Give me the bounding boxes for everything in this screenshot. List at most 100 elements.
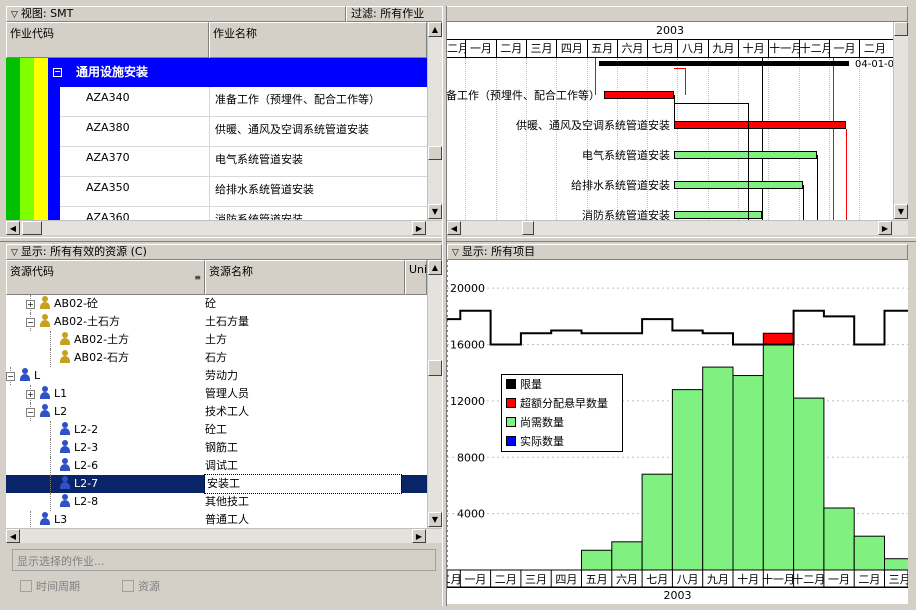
- view-bar[interactable]: ▽ 视图: SMT: [6, 6, 346, 22]
- gantt-bar[interactable]: [674, 121, 846, 129]
- resource-code: L2-2: [74, 423, 99, 436]
- scroll-right-icon[interactable]: ▶: [412, 221, 426, 235]
- relationship-line: [846, 129, 847, 220]
- relationship-line: [674, 95, 675, 125]
- resource-code-cell: − L2: [26, 403, 67, 421]
- resource-name-cell: 土石方量: [205, 315, 249, 328]
- activity-row[interactable]: AZA380 供暖、通风及空调系统管道安装: [60, 117, 427, 147]
- gantt-vscroll[interactable]: ▼: [893, 22, 908, 220]
- activity-row[interactable]: AZA370 电气系统管道安装: [60, 147, 427, 177]
- scroll-left-icon[interactable]: ◀: [6, 221, 20, 235]
- resource-row[interactable]: L2-3 钢筋工: [6, 439, 427, 457]
- horizontal-splitter[interactable]: [0, 237, 916, 242]
- activity-code-cell: AZA350: [86, 181, 130, 194]
- scroll-thumb[interactable]: [428, 146, 442, 160]
- scroll-thumb[interactable]: [22, 221, 42, 235]
- activity-row[interactable]: AZA340 准备工作（预埋件、配合工作等）: [60, 87, 427, 117]
- time-period-checkbox[interactable]: 时间周期: [20, 578, 80, 594]
- scroll-down-icon[interactable]: ▼: [428, 204, 442, 219]
- wbs-group-row[interactable]: − 通用设施安装: [48, 58, 427, 87]
- resource-row[interactable]: L2-7 安装工: [6, 474, 427, 494]
- scroll-down-icon[interactable]: ▼: [894, 204, 908, 219]
- chevron-down-icon[interactable]: ▽: [452, 246, 459, 259]
- resource-row[interactable]: L2-8 其他技工: [6, 493, 427, 511]
- filter-label: 过滤: 所有作业: [351, 7, 425, 20]
- timescale-month: 十二月: [447, 40, 465, 57]
- resource-name-cell: 劳动力: [205, 369, 238, 382]
- col-resource-code[interactable]: 资源代码 ≡: [6, 260, 205, 295]
- legend-swatch: [506, 436, 516, 446]
- scroll-down-icon[interactable]: ▼: [428, 512, 442, 527]
- month-label: 十二月: [447, 572, 462, 586]
- histogram-bar: [702, 366, 734, 571]
- resource-row[interactable]: − AB02-土石方 土石方量: [6, 313, 427, 331]
- scroll-up-icon[interactable]: ▲: [428, 22, 442, 37]
- show-selected-label: 显示选择的作业...: [17, 555, 105, 568]
- expand-collapse-icon[interactable]: +: [26, 300, 35, 309]
- checkbox-icon[interactable]: [122, 580, 134, 592]
- gantt-bar[interactable]: [674, 151, 817, 159]
- col-activity-name[interactable]: 作业名称: [209, 22, 427, 58]
- gantt-timescale: 2003 十二月一月二月三月四月五月六月七月八月九月十月十一月十二月一月二月: [447, 22, 893, 58]
- activity-name-cell: 消防系统管道安装: [215, 213, 303, 220]
- resource-icon: [39, 404, 51, 417]
- activity-row[interactable]: AZA360 消防系统管道安装: [60, 207, 427, 220]
- scroll-left-icon[interactable]: ◀: [447, 221, 461, 235]
- gantt-bar[interactable]: [674, 181, 803, 189]
- gantt-hscroll[interactable]: ◀ ▶: [447, 220, 908, 235]
- col-resource-unit[interactable]: Unit: [405, 260, 427, 295]
- resource-row[interactable]: − L 劳动力: [6, 367, 427, 385]
- resource-row[interactable]: AB02-土方 土方: [6, 331, 427, 349]
- histogram-bar: [853, 535, 886, 571]
- gantt-gridline: [707, 58, 709, 220]
- activity-vscroll[interactable]: ▲ ▼: [427, 22, 442, 220]
- chevron-down-icon[interactable]: ▽: [11, 246, 18, 259]
- activity-row[interactable]: AZA350 给排水系统管道安装: [60, 177, 427, 207]
- col-resource-name[interactable]: 资源名称: [205, 260, 405, 295]
- resource-code: L2-6: [74, 459, 99, 472]
- scroll-right-icon[interactable]: ▶: [412, 529, 426, 543]
- month-label: 三月: [889, 573, 908, 586]
- checkbox-icon[interactable]: [20, 580, 32, 592]
- gantt-gridline: [859, 58, 861, 220]
- resource-row[interactable]: L2-2 砼工: [6, 421, 427, 439]
- expand-collapse-icon[interactable]: −: [26, 318, 35, 327]
- overallocation-bar: [762, 332, 795, 346]
- resource-row[interactable]: + AB02-砼 砼: [6, 295, 427, 313]
- month-label: 二月: [495, 573, 517, 586]
- resource-checkbox[interactable]: 资源: [122, 578, 160, 594]
- sort-icon[interactable]: ≡: [194, 273, 201, 282]
- scroll-thumb[interactable]: [894, 22, 908, 36]
- resource-icon: [39, 386, 51, 399]
- histogram-display-bar[interactable]: ▽ 显示: 所有项目: [447, 244, 908, 260]
- resource-row[interactable]: AB02-石方 石方: [6, 349, 427, 367]
- legend-item: 实际数量: [502, 432, 622, 451]
- scroll-thumb[interactable]: [522, 221, 534, 235]
- filter-bar[interactable]: 过滤: 所有作业: [346, 6, 908, 22]
- gantt-bar[interactable]: [604, 91, 674, 99]
- expand-collapse-icon[interactable]: +: [26, 390, 35, 399]
- expand-collapse-icon[interactable]: −: [6, 372, 15, 381]
- legend-item: 超额分配悬早数量: [502, 394, 622, 413]
- resource-display-bar[interactable]: ▽ 显示: 所有有效的资源 (C): [6, 244, 442, 260]
- resource-row[interactable]: + L1 管理人员: [6, 385, 427, 403]
- resource-row[interactable]: L2-6 调试工: [6, 457, 427, 475]
- activity-hscroll[interactable]: ◀ ▶: [6, 220, 442, 235]
- resource-hscroll[interactable]: ◀ ▶: [6, 528, 442, 543]
- y-tick-label: 4000: [457, 508, 485, 521]
- scroll-up-icon[interactable]: ▲: [428, 260, 442, 275]
- scroll-thumb[interactable]: [428, 360, 442, 376]
- collapse-icon[interactable]: −: [53, 68, 62, 77]
- resource-row[interactable]: L3 普通工人: [6, 511, 427, 528]
- expand-collapse-icon[interactable]: −: [26, 408, 35, 417]
- resource-row[interactable]: − L2 技术工人: [6, 403, 427, 421]
- timescale-month: 十二月: [798, 40, 829, 57]
- resource-vscroll[interactable]: ▲ ▼: [427, 260, 442, 528]
- show-selected-activities-button[interactable]: 显示选择的作业...: [12, 549, 436, 571]
- resource-code: L3: [54, 513, 68, 526]
- col-activity-code[interactable]: 作业代码: [6, 22, 209, 58]
- scroll-left-icon[interactable]: ◀: [6, 529, 20, 543]
- scroll-right-icon[interactable]: ▶: [878, 221, 892, 235]
- timescale-month: 七月: [647, 40, 677, 57]
- chevron-down-icon[interactable]: ▽: [11, 8, 18, 21]
